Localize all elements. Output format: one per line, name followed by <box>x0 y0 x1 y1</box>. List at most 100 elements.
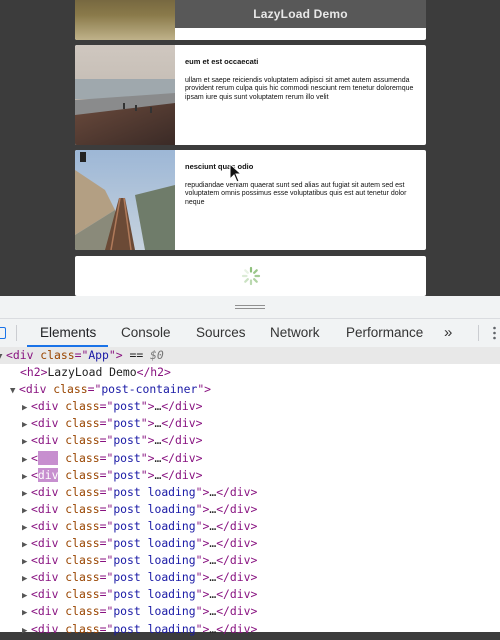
dom-node-post-container[interactable]: ▼ <div class="post-container"> <box>0 381 500 398</box>
attr-value: post loading <box>113 587 196 602</box>
tag-name: div <box>37 621 59 636</box>
attr-name: class <box>65 604 100 619</box>
closing-tag-name: div <box>229 501 251 516</box>
closing-tag-name: div <box>229 518 251 533</box>
attr-name: class <box>65 587 100 602</box>
more-tabs-button[interactable]: » <box>444 319 452 347</box>
kebab-menu-icon[interactable] <box>493 326 496 340</box>
attr-value: post <box>113 467 141 482</box>
tag-name: div <box>37 604 59 619</box>
tag-name: div <box>37 518 59 533</box>
toolbar-divider <box>16 325 17 341</box>
post-card-loading <box>75 256 426 296</box>
tag-name: div <box>37 467 59 482</box>
post-title: eum et est occaecati <box>185 57 259 66</box>
dom-tree: ▼<div class="App"> == $0 <h2>LazyLoad De… <box>0 347 500 636</box>
post-body: ullam et saepe reiciendis voluptatem adi… <box>185 77 414 101</box>
app-title: LazyLoad Demo <box>253 7 348 21</box>
attr-value: post loading <box>113 484 196 499</box>
expand-triangle-icon[interactable]: ▶ <box>22 623 31 640</box>
mouse-cursor-icon <box>229 163 243 183</box>
dom-node-h2[interactable]: <h2>LazyLoad Demo</h2> <box>0 364 500 381</box>
dom-node-post[interactable]: ▶ <div class="post">…</div> <box>0 398 500 415</box>
tag-name: div <box>37 399 59 414</box>
inspect-element-icon[interactable] <box>0 327 6 339</box>
tab-performance[interactable]: Performance <box>346 319 423 347</box>
closing-tag-name: div <box>175 433 196 448</box>
closing-tag-name: div <box>229 484 251 499</box>
attr-value: post loading <box>113 621 196 636</box>
attr-name: class <box>65 433 100 448</box>
tag-name: div <box>37 536 59 551</box>
attr-name: class <box>65 399 100 414</box>
post-title: nesciunt quas odio <box>185 162 254 171</box>
attr-value: post <box>113 433 141 448</box>
dom-node-post[interactable]: ▶ <div class="post loading">…</div> <box>0 586 500 603</box>
tag-name: div <box>37 450 59 465</box>
dom-node-post[interactable]: ▶ <div class="post loading">…</div> <box>0 603 500 620</box>
post-body: repudiandae veniam quaerat sunt sed alia… <box>185 182 407 206</box>
closing-tag-name: div <box>229 553 251 568</box>
closing-tag-name: div <box>175 416 196 431</box>
closing-tag-name: div <box>175 450 196 465</box>
dom-node-post[interactable]: ▶ <div class="post">…</div> <box>0 415 500 432</box>
devtools-panel: Elements Console Sources Network Perform… <box>0 296 500 636</box>
dom-node-post[interactable]: ▶ <div class="post loading">…</div> <box>0 621 500 638</box>
attr-name: class <box>65 536 100 551</box>
app-header: LazyLoad Demo <box>175 0 426 28</box>
drag-grip-icon <box>235 305 265 309</box>
attr-name: class <box>65 518 100 533</box>
attr-name: class <box>65 484 100 499</box>
tab-network[interactable]: Network <box>270 319 320 347</box>
attr-name: class <box>65 501 100 516</box>
post-card[interactable]: nesciunt quas odio repudiandae veniam qu… <box>75 150 426 250</box>
closing-tag-name: div <box>229 536 251 551</box>
tag-name: div <box>37 570 59 585</box>
attr-value: post loading <box>113 536 196 551</box>
closing-tag-name: div <box>229 570 251 585</box>
app-viewport: LazyLoad Demo eum et est occaecati ullam… <box>0 0 500 296</box>
attr-value: post <box>113 416 141 431</box>
closing-tag-name: div <box>229 604 251 619</box>
dom-node-post[interactable]: ▶ <div class="post loading">…</div> <box>0 552 500 569</box>
railroad-image <box>75 150 175 250</box>
post-image-partial <box>75 0 175 40</box>
beach-image <box>75 45 175 145</box>
dom-node-post[interactable]: ▶ <div class="post loading">…</div> <box>0 518 500 535</box>
devtools-resize-handle[interactable] <box>0 296 500 319</box>
attr-name: class <box>65 467 100 482</box>
dom-node-post[interactable]: ▶ <div class="post">…</div> <box>0 467 500 484</box>
attr-name: class <box>65 450 100 465</box>
closing-tag-name: div <box>175 467 196 482</box>
dom-node-post[interactable]: ▶ <div class="post loading">…</div> <box>0 535 500 552</box>
attr-name: class <box>65 621 100 636</box>
tag-name: div <box>37 501 59 516</box>
attr-value: post loading <box>113 518 196 533</box>
dom-node-root[interactable]: ▼<div class="App"> == $0 <box>0 347 500 365</box>
toolbar-divider <box>478 325 479 341</box>
dom-node-post[interactable]: ▶ <div class="post loading">…</div> <box>0 484 500 501</box>
tab-sources[interactable]: Sources <box>196 319 246 347</box>
dom-node-post[interactable]: ▶ <div class="post loading">…</div> <box>0 569 500 586</box>
tag-name: div <box>37 553 59 568</box>
attr-name: class <box>65 570 100 585</box>
attr-value: post loading <box>113 553 196 568</box>
dom-node-post[interactable]: ▶ <div class="post loading">…</div> <box>0 501 500 518</box>
attr-value: post <box>113 450 141 465</box>
tag-name: div <box>37 416 59 431</box>
devtools-tabbar: Elements Console Sources Network Perform… <box>0 319 500 348</box>
closing-tag-name: div <box>229 621 251 636</box>
closing-tag-name: div <box>229 587 251 602</box>
tag-name: div <box>37 484 59 499</box>
tab-elements[interactable]: Elements <box>40 319 96 347</box>
dom-node-post[interactable]: ▶ <div class="post">…</div> <box>0 450 500 467</box>
tab-console[interactable]: Console <box>121 319 171 347</box>
closing-tag-name: div <box>175 399 196 414</box>
spinner-icon <box>241 266 261 286</box>
attr-value: post <box>113 399 141 414</box>
attr-name: class <box>65 416 100 431</box>
tag-name: div <box>37 433 59 448</box>
attr-value: post loading <box>113 604 196 619</box>
dom-node-post[interactable]: ▶ <div class="post">…</div> <box>0 432 500 449</box>
post-card[interactable]: eum et est occaecati ullam et saepe reic… <box>75 45 426 145</box>
